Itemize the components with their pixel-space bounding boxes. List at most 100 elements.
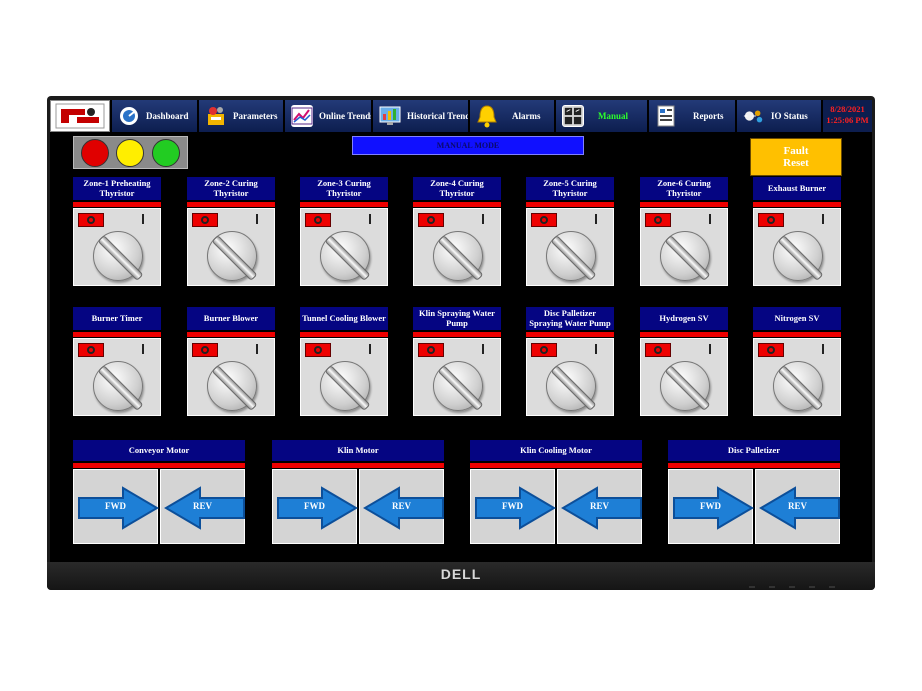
stage: DELL Dashboard Parameters Online Trends … (0, 0, 922, 691)
off-symbol (87, 346, 95, 354)
selector-tile: Zone-1 Preheating Thyristor (73, 177, 161, 286)
nav-io-status[interactable]: IO Status (735, 100, 821, 132)
selector-tile: Hydrogen SV (640, 307, 728, 416)
tile-red-bar (526, 332, 614, 337)
nav-parameters[interactable]: Parameters (197, 100, 283, 132)
selector-tile: Zone-2 Curing Thyristor (187, 177, 275, 286)
rotary-knob-icon[interactable] (660, 361, 710, 411)
selector-tile: Zone-3 Curing Thyristor (300, 177, 388, 286)
selector-switch[interactable] (73, 338, 161, 416)
rotary-knob-icon[interactable] (433, 231, 483, 281)
tile-red-bar (753, 332, 841, 337)
tile-title-text: Zone-3 Curing Thyristor (317, 178, 371, 198)
motor-controls: FWD REV (668, 469, 840, 544)
nav-historical-trends[interactable]: Historical Trends (371, 100, 474, 132)
rev-button[interactable]: REV (755, 469, 840, 544)
rotary-knob-icon[interactable] (433, 361, 483, 411)
rotary-knob-icon[interactable] (546, 231, 596, 281)
tile-title-text: Burner Timer (91, 312, 143, 323)
selector-tile: Zone-5 Curing Thyristor (526, 177, 614, 286)
selector-switch[interactable] (753, 208, 841, 286)
tile-red-bar (753, 202, 841, 207)
rotary-knob-icon[interactable] (207, 361, 257, 411)
off-indicator (78, 213, 104, 227)
mode-banner: MANUAL MODE (352, 136, 584, 155)
selector-switch[interactable] (187, 338, 275, 416)
rev-button[interactable]: REV (359, 469, 444, 544)
off-indicator (645, 343, 671, 357)
tile-title: Disc Palletizer Spraying Water Pump (526, 307, 614, 330)
nav-alarms[interactable]: Alarms (468, 100, 554, 132)
nav-label: Reports (693, 111, 724, 121)
historical-trends-icon (379, 105, 401, 127)
motor-controls: FWD REV (470, 469, 642, 544)
selector-tile: Disc Palletizer Spraying Water Pump (526, 307, 614, 416)
selector-switch[interactable] (413, 208, 501, 286)
tile-title-text: Tunnel Cooling Blower (302, 312, 386, 323)
off-symbol (540, 216, 548, 224)
rotary-knob-icon[interactable] (93, 361, 143, 411)
off-symbol (767, 216, 775, 224)
nav-online-trends[interactable]: Online Trends (283, 100, 374, 132)
off-indicator (531, 213, 557, 227)
off-indicator (645, 213, 671, 227)
tile-title: Zone-4 Curing Thyristor (413, 177, 501, 200)
rev-button[interactable]: REV (160, 469, 245, 544)
rotary-knob-icon[interactable] (660, 231, 710, 281)
reports-icon (655, 105, 677, 127)
on-symbol (482, 344, 484, 354)
selector-switch[interactable] (640, 208, 728, 286)
motor-panel: Klin Cooling Motor FWD REV (470, 440, 642, 544)
off-symbol (314, 216, 322, 224)
tile-title: Exhaust Burner (753, 177, 841, 200)
fwd-label: FWD (304, 501, 325, 511)
selector-switch[interactable] (300, 338, 388, 416)
selector-switch[interactable] (413, 338, 501, 416)
nav-label: Historical Trends (407, 111, 474, 121)
selector-switch[interactable] (640, 338, 728, 416)
motor-panel: Conveyor Motor FWD REV (73, 440, 245, 544)
fwd-button[interactable]: FWD (73, 469, 159, 544)
on-symbol (822, 344, 824, 354)
yellow-lamp (116, 138, 145, 167)
rotary-knob-icon[interactable] (773, 231, 823, 281)
rotary-knob-icon[interactable] (773, 361, 823, 411)
green-lamp (152, 138, 181, 167)
selector-switch[interactable] (526, 338, 614, 416)
nav-label: Manual (598, 111, 629, 121)
selector-tile: Zone-6 Curing Thyristor (640, 177, 728, 286)
fwd-button[interactable]: FWD (470, 469, 556, 544)
selector-tile: Tunnel Cooling Blower (300, 307, 388, 416)
tile-title: Nitrogen SV (753, 307, 841, 330)
rotary-knob-icon[interactable] (207, 231, 257, 281)
off-indicator (418, 213, 444, 227)
rev-button[interactable]: REV (557, 469, 642, 544)
fwd-button[interactable]: FWD (272, 469, 358, 544)
tile-red-bar (640, 202, 728, 207)
selector-switch[interactable] (300, 208, 388, 286)
rotary-knob-icon[interactable] (320, 231, 370, 281)
fwd-button[interactable]: FWD (668, 469, 754, 544)
nav-manual[interactable]: Manual (554, 100, 647, 132)
rotary-knob-icon[interactable] (320, 361, 370, 411)
tile-red-bar (413, 202, 501, 207)
on-symbol (709, 214, 711, 224)
off-symbol (427, 216, 435, 224)
selector-switch[interactable] (753, 338, 841, 416)
selector-switch[interactable] (187, 208, 275, 286)
on-symbol (142, 214, 144, 224)
selector-switch[interactable] (526, 208, 614, 286)
date-time-display: 8/28/2021 1:25:06 PM (821, 100, 872, 132)
nav-reports[interactable]: Reports (647, 100, 735, 132)
nav-dashboard[interactable]: Dashboard (110, 100, 197, 132)
nav-label: Dashboard (146, 111, 189, 121)
selector-switch[interactable] (73, 208, 161, 286)
rotary-knob-icon[interactable] (93, 231, 143, 281)
off-indicator (305, 213, 331, 227)
rotary-knob-icon[interactable] (546, 361, 596, 411)
selector-tile: Zone-4 Curing Thyristor (413, 177, 501, 286)
tile-title-text: Burner Blower (203, 312, 259, 323)
manual-icon (562, 105, 584, 127)
tile-red-bar (640, 332, 728, 337)
fault-reset-button[interactable]: Fault Reset (750, 138, 842, 176)
